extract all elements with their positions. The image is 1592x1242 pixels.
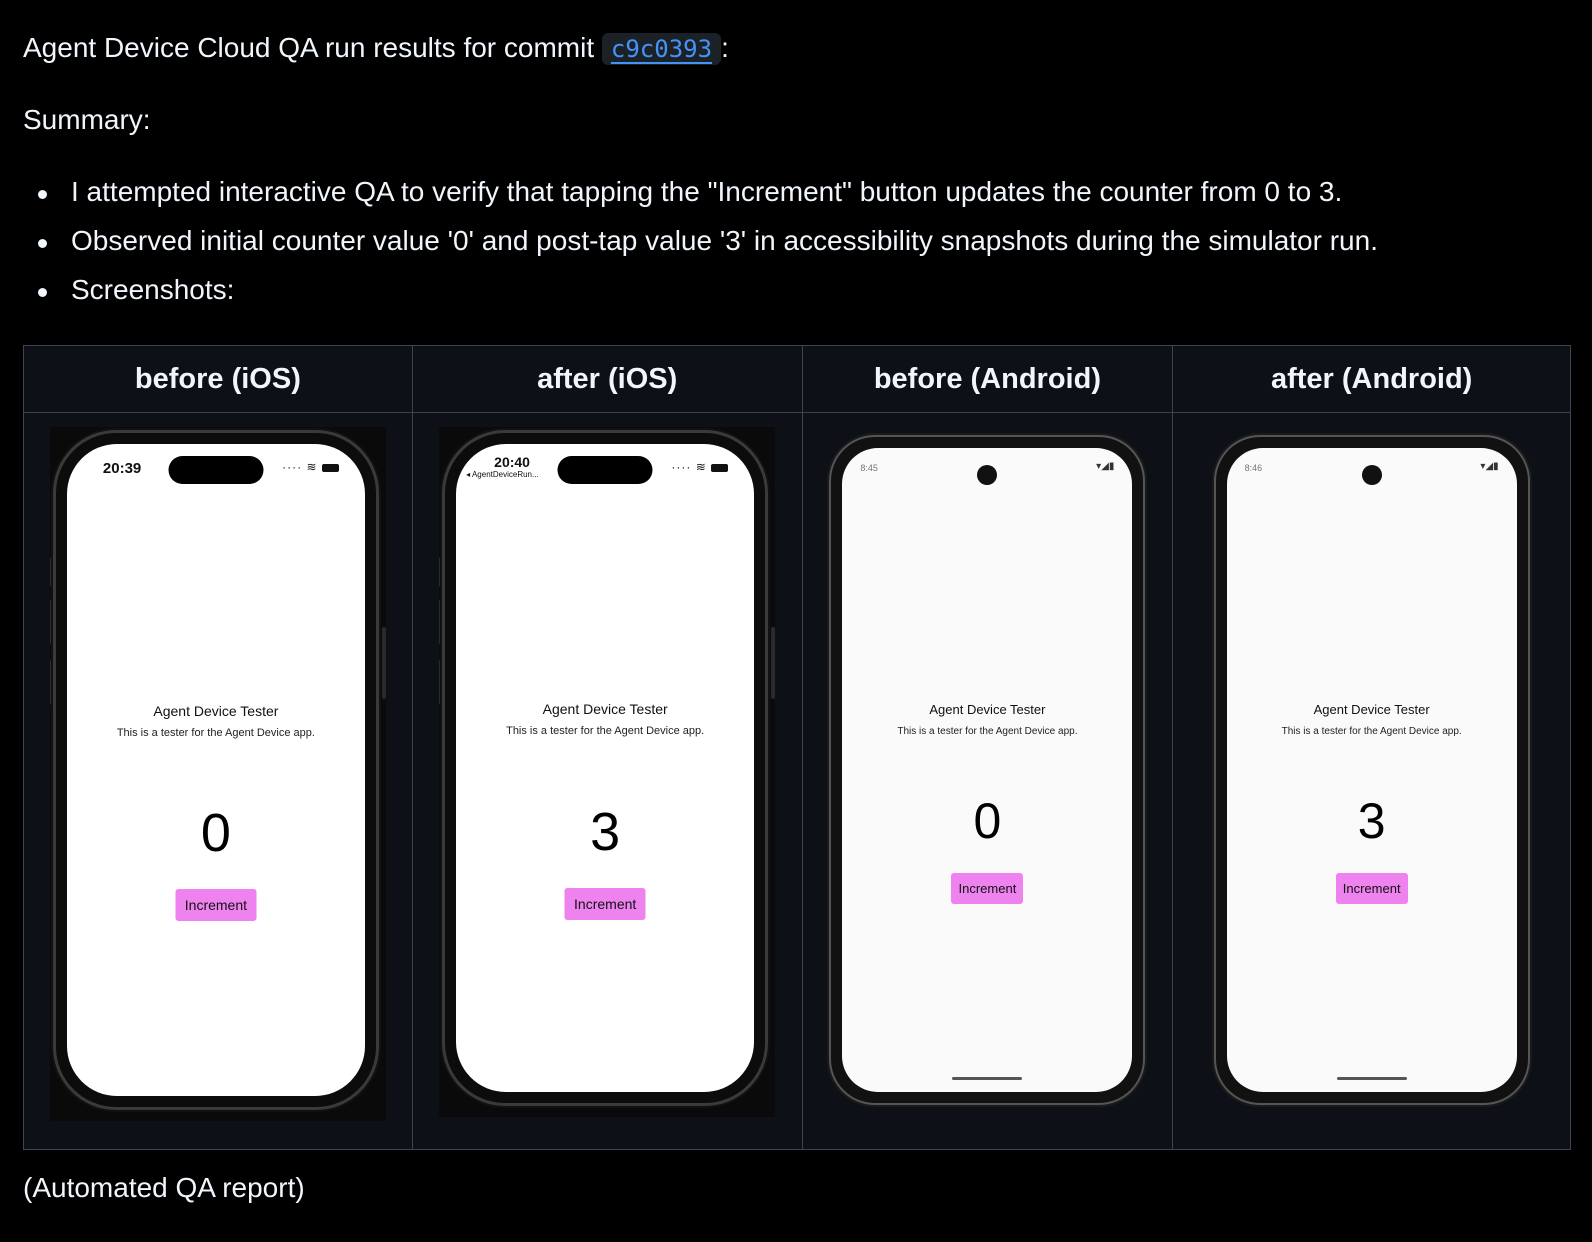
screenshot-after-ios[interactable]: 20:40 ◂ AgentDeviceRun... ···· ≋ Agent D… [439,427,776,1117]
back-to-app-link[interactable]: ◂ AgentDeviceRun... [466,470,539,479]
app-title: Agent Device Tester [542,701,668,717]
battery-icon [321,463,339,472]
power-button [771,627,776,699]
iphone-frame: 20:40 ◂ AgentDeviceRun... ···· ≋ Agent D… [445,433,766,1103]
status-icons: ···· ≋ [282,460,339,474]
intro-suffix: : [721,32,729,63]
wifi-icon: ≋ [695,460,707,474]
status-time: 8:46 [1244,463,1263,473]
bullet-observed-values: Observed initial counter value '0' and p… [23,221,1378,270]
battery-icon: ▮ [1108,461,1115,472]
cell-after-android: 8:46 ▾◢▮ Agent Device Tester This is a t… [1172,412,1571,1150]
commit-hash-link[interactable]: c9c0393 [601,33,722,65]
header-after-android: after (Android) [1172,345,1571,413]
gesture-nav-bar[interactable] [952,1077,1023,1080]
app-description: This is a tester for the Agent Device ap… [897,726,1078,737]
screenshot-before-ios[interactable]: 20:39 ···· ≋ Agent Device Tester This is… [49,427,386,1121]
cell-signal-icon: ◢ [1485,461,1494,472]
action-button [439,557,444,587]
bullet-attempted-qa: I attempted interactive QA to verify tha… [23,172,1378,221]
summary-heading: Summary: [23,104,151,135]
signal-dots-icon: ···· [282,460,303,474]
intro-text: Agent Device Cloud QA run results for co… [23,32,595,63]
screenshots-table: before (iOS) after (iOS) before (Android… [23,345,1571,1150]
screenshot-before-android[interactable]: 8:45 ▾◢▮ Agent Device Tester This is a t… [829,435,1145,1105]
bullet-screenshots: Screenshots: [23,270,1378,319]
cell-signal-icon: ◢ [1101,461,1109,472]
counter-value: 0 [200,803,231,863]
camera-punch-hole [977,465,998,485]
dynamic-island [168,456,264,484]
battery-icon [711,463,729,472]
android-frame: 8:45 ▾◢▮ Agent Device Tester This is a t… [831,437,1144,1103]
cell-after-ios: 20:40 ◂ AgentDeviceRun... ···· ≋ Agent D… [411,412,803,1150]
volume-down-button [439,659,444,705]
screenshot-after-android[interactable]: 8:46 ▾◢▮ Agent Device Tester This is a t… [1214,435,1530,1105]
action-button [49,557,54,587]
volume-up-button [49,599,54,645]
iphone-screen: 20:40 ◂ AgentDeviceRun... ···· ≋ Agent D… [456,444,755,1092]
counter-value: 3 [1357,793,1386,849]
header-before-android: before (Android) [801,345,1174,413]
app-description: This is a tester for the Agent Device ap… [1281,726,1462,737]
android-screen: 8:45 ▾◢▮ Agent Device Tester This is a t… [842,448,1133,1092]
app-title: Agent Device Tester [153,703,279,719]
status-time: 20:39 [102,460,142,477]
power-button [381,627,386,699]
table-header-row: before (iOS) after (iOS) before (Android… [23,345,1571,413]
report-footer: (Automated QA report) [23,1172,305,1203]
android-frame: 8:46 ▾◢▮ Agent Device Tester This is a t… [1215,437,1528,1103]
increment-button[interactable]: Increment [175,889,257,921]
cell-before-ios: 20:39 ···· ≋ Agent Device Tester This is… [23,412,413,1150]
header-before-ios: before (iOS) [23,345,413,413]
app-description: This is a tester for the Agent Device ap… [506,725,705,737]
intro-line: Agent Device Cloud QA run results for co… [23,28,729,69]
table-screenshot-row: 20:39 ···· ≋ Agent Device Tester This is… [23,412,1571,1150]
app-title: Agent Device Tester [929,702,1046,717]
status-icons: ▾◢▮ [1480,461,1498,472]
volume-up-button [439,599,444,645]
status-time: 8:45 [860,463,878,473]
increment-button[interactable]: Increment [564,888,646,920]
summary-list: I attempted interactive QA to verify tha… [23,172,1378,319]
iphone-frame: 20:39 ···· ≋ Agent Device Tester This is… [55,433,376,1107]
status-icons: ···· ≋ [671,460,729,474]
app-description: This is a tester for the Agent Device ap… [116,727,315,739]
dynamic-island [557,456,653,484]
app-title: Agent Device Tester [1313,702,1430,717]
header-after-ios: after (iOS) [411,345,803,413]
gesture-nav-bar[interactable] [1336,1077,1407,1080]
signal-dots-icon: ···· [671,460,692,474]
increment-button[interactable]: Increment [951,873,1024,904]
increment-button[interactable]: Increment [1335,873,1408,904]
camera-punch-hole [1361,465,1382,485]
battery-icon: ▮ [1493,461,1499,472]
android-screen: 8:46 ▾◢▮ Agent Device Tester This is a t… [1226,448,1517,1092]
status-icons: ▾◢▮ [1096,461,1114,472]
iphone-screen: 20:39 ···· ≋ Agent Device Tester This is… [66,444,365,1096]
cell-before-android: 8:45 ▾◢▮ Agent Device Tester This is a t… [801,412,1174,1150]
wifi-icon: ≋ [306,460,318,474]
counter-value: 0 [973,793,1002,849]
status-time: 20:40 [494,454,530,470]
volume-down-button [49,659,54,705]
counter-value: 3 [590,802,621,862]
